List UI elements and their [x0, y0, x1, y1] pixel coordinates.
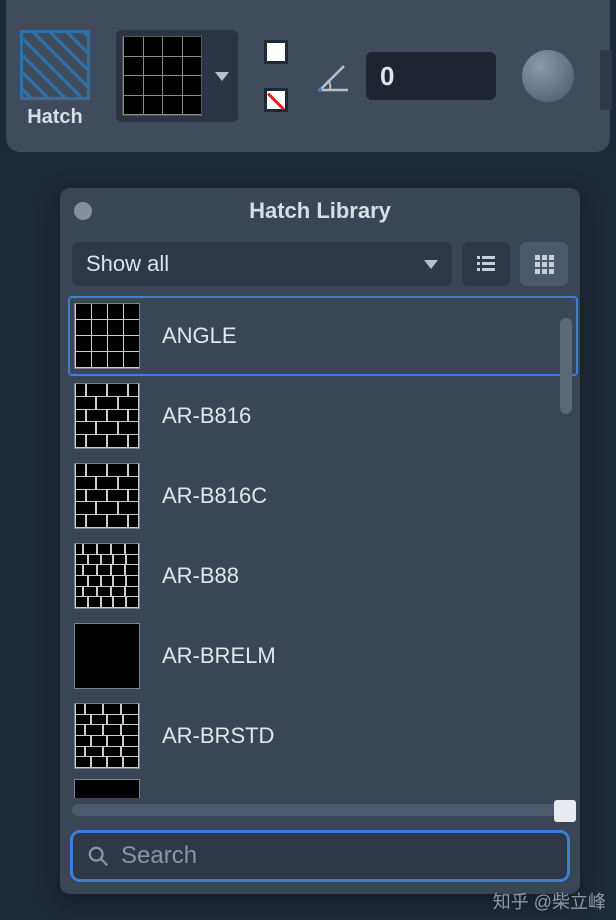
angle-group — [314, 52, 496, 100]
panel-header: Hatch Library — [60, 188, 580, 234]
grid-icon — [532, 252, 556, 276]
hatch-icon — [20, 30, 90, 100]
pattern-thumbnail — [74, 543, 140, 609]
filter-select-label: Show all — [86, 251, 169, 277]
pattern-thumbnail — [74, 779, 140, 798]
angle-input[interactable] — [366, 52, 496, 100]
pattern-thumbnail — [74, 303, 140, 369]
foreground-color-swatch[interactable] — [264, 40, 288, 64]
search-icon — [87, 845, 109, 867]
pattern-item-label: AR-B88 — [162, 563, 239, 589]
hatch-library-panel: Hatch Library Show all ANGLE AR-B816 AR-B8… — [60, 188, 580, 894]
toolbar-overflow[interactable] — [600, 50, 612, 110]
horizontal-scrollbar-thumb[interactable] — [554, 800, 576, 822]
pattern-thumbnail — [74, 463, 140, 529]
pattern-thumbnail — [74, 703, 140, 769]
pattern-item[interactable]: ANGLE — [68, 296, 578, 376]
hatch-tool[interactable]: Hatch — [20, 30, 90, 129]
angle-icon — [314, 56, 354, 96]
pattern-item-label: AR-BRELM — [162, 643, 276, 669]
pattern-item-label: AR-B816 — [162, 403, 251, 429]
current-pattern-swatch — [122, 36, 202, 116]
angle-dial[interactable] — [522, 50, 574, 102]
watermark: 知乎 @柴立峰 — [493, 888, 606, 914]
pattern-item[interactable] — [68, 776, 578, 798]
color-swatches — [264, 40, 288, 112]
pattern-thumbnail — [74, 623, 140, 689]
close-button[interactable] — [74, 202, 92, 220]
filter-select[interactable]: Show all — [72, 242, 452, 286]
pattern-picker[interactable] — [116, 30, 238, 122]
pattern-item[interactable]: AR-B88 — [68, 536, 578, 616]
panel-title: Hatch Library — [249, 198, 391, 224]
pattern-thumbnail — [74, 383, 140, 449]
horizontal-scrollbar[interactable] — [72, 804, 568, 816]
pattern-item[interactable]: AR-BRELM — [68, 616, 578, 696]
list-icon — [474, 252, 498, 276]
hatch-tool-label: Hatch — [27, 106, 83, 129]
list-view-button[interactable] — [462, 242, 510, 286]
vertical-scrollbar[interactable] — [560, 318, 572, 414]
search-box[interactable] — [70, 830, 570, 882]
pattern-list: ANGLE AR-B816 AR-B816C AR-B88 AR-BRELM AR-BRS… — [60, 292, 580, 798]
toolbar: Hatch — [6, 0, 610, 152]
pattern-item[interactable]: AR-B816C — [68, 456, 578, 536]
grid-view-button[interactable] — [520, 242, 568, 286]
chevron-down-icon — [424, 260, 438, 269]
pattern-item-label: AR-BRSTD — [162, 723, 274, 749]
background-color-swatch-none[interactable] — [264, 88, 288, 112]
chevron-down-icon — [215, 72, 229, 81]
pattern-item[interactable]: AR-BRSTD — [68, 696, 578, 776]
pattern-dropdown-button[interactable] — [206, 32, 236, 120]
pattern-item[interactable]: AR-B816 — [68, 376, 578, 456]
pattern-item-label: ANGLE — [162, 323, 237, 349]
search-input[interactable] — [121, 842, 553, 870]
pattern-item-label: AR-B816C — [162, 483, 267, 509]
